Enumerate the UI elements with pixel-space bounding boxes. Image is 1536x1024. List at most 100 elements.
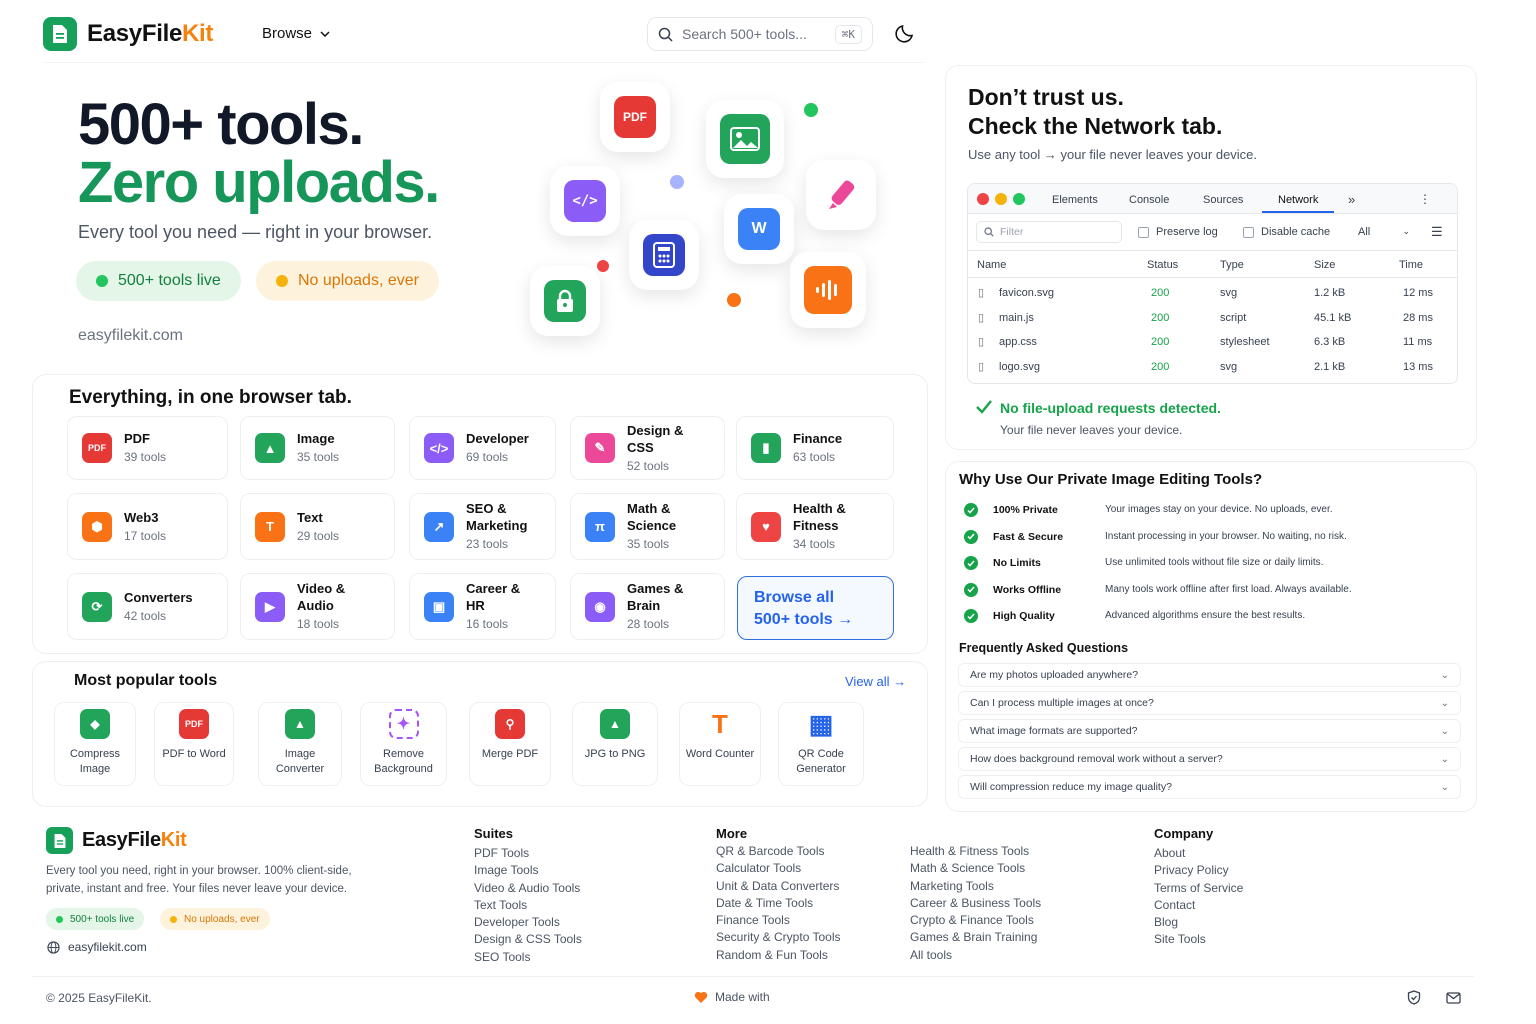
mail-icon[interactable] — [1446, 991, 1461, 1009]
popular-tool-remove-background[interactable]: ✦ Remove Background — [360, 702, 447, 786]
more-tabs-icon[interactable]: » — [1348, 192, 1355, 207]
browse-menu[interactable]: Browse — [262, 25, 330, 42]
footer-link[interactable]: Games & Brain Training — [910, 929, 1041, 946]
category-card-math-and-science[interactable]: π Math & Science 35 tools — [570, 493, 725, 560]
tab-elements[interactable]: Elements — [1052, 194, 1098, 206]
kebab-menu-icon[interactable]: ⋮ — [1419, 192, 1431, 206]
footer-link[interactable]: Video & Audio Tools — [474, 880, 582, 897]
category-card-games-and-brain[interactable]: ◉ Games & Brain 28 tools — [570, 573, 725, 640]
popular-tool-qr-code-generator[interactable]: ▦ QR Code Generator — [778, 702, 864, 786]
footer-link[interactable]: PDF Tools — [474, 845, 582, 862]
category-card-converters[interactable]: ⟳ Converters 42 tools — [67, 573, 228, 640]
category-card-health-and-fitness[interactable]: ♥ Health & Fitness 34 tools — [736, 493, 894, 560]
footer-link[interactable]: Blog — [1154, 914, 1243, 931]
cell-size: 45.1 kB — [1314, 311, 1352, 324]
popular-tool-label: Compress Image — [69, 748, 121, 775]
throttle-select[interactable]: All ⌄ — [1358, 226, 1410, 238]
category-name: Games & Brain — [627, 581, 684, 613]
popular-tool-pdf-to-word[interactable]: PDF PDF to Word — [154, 702, 234, 786]
category-name: Image — [297, 431, 335, 446]
theme-toggle-button[interactable] — [894, 22, 916, 49]
footer-link[interactable]: All tools — [910, 947, 1041, 964]
footer-link[interactable]: Security & Crypto Tools — [716, 929, 841, 946]
footer-link[interactable]: Health & Fitness Tools — [910, 843, 1041, 860]
col-status[interactable]: Status — [1147, 259, 1178, 271]
category-card-image[interactable]: ▲ Image 35 tools — [240, 416, 395, 480]
globe-icon — [47, 940, 60, 954]
footer-link[interactable]: Career & Business Tools — [910, 895, 1041, 912]
network-row[interactable]: ▯ app.css 200 stylesheet 6.3 kB 11 ms — [968, 331, 1457, 355]
footer-link[interactable]: Text Tools — [474, 897, 582, 914]
col-size[interactable]: Size — [1314, 259, 1335, 271]
col-name[interactable]: Name — [977, 259, 1006, 271]
footer-link[interactable]: Math & Science Tools — [910, 860, 1041, 877]
cell-status: 200 — [1151, 336, 1170, 348]
popular-tool-label: Image Converter — [275, 748, 325, 775]
cell-size: 6.3 kB — [1314, 336, 1346, 348]
footer-link[interactable]: Terms of Service — [1154, 880, 1243, 897]
filter-input[interactable]: Filter — [976, 221, 1122, 243]
footer-link[interactable]: Marketing Tools — [910, 878, 1041, 895]
category-card-developer[interactable]: </> Developer 69 tools — [409, 416, 556, 480]
category-card-design-and-css[interactable]: ✎ Design & CSS 52 tools — [570, 416, 725, 480]
tab-sources[interactable]: Sources — [1203, 194, 1243, 206]
footer-link[interactable]: Developer Tools — [474, 914, 582, 931]
popular-tool-jpg-to-png[interactable]: ▲ JPG to PNG — [572, 702, 658, 786]
chevron-down-icon: ⌄ — [1440, 753, 1449, 765]
browse-all-button[interactable]: Browse all 500+ tools → — [737, 576, 894, 640]
category-card-seo-and-marketing[interactable]: ↗ SEO & Marketing 23 tools — [409, 493, 556, 560]
footer-domain-link[interactable]: easyfilekit.com — [47, 940, 147, 954]
shield-icon[interactable] — [1407, 990, 1421, 1010]
footer-logo[interactable]: EasyFileKit — [46, 827, 187, 854]
search-icon — [984, 227, 994, 237]
view-all-link[interactable]: View all → — [845, 674, 906, 689]
search-box[interactable]: Search 500+ tools... ⌘K — [647, 17, 873, 51]
category-card-pdf[interactable]: PDF PDF 39 tools — [67, 416, 228, 480]
settings-menu-icon[interactable]: ☰ — [1431, 224, 1443, 240]
faq-item[interactable]: What image formats are supported? ⌄ — [958, 719, 1461, 743]
network-row[interactable]: ▯ main.js 200 script 45.1 kB 28 ms — [968, 307, 1457, 331]
network-row[interactable]: ▯ logo.svg 200 svg 2.1 kB 13 ms — [968, 356, 1457, 380]
footer-link[interactable]: Finance Tools — [716, 912, 841, 929]
footer-link[interactable]: SEO Tools — [474, 949, 582, 966]
popular-tool-word-counter[interactable]: T Word Counter — [679, 702, 761, 786]
site-logo[interactable]: EasyFileKit — [43, 17, 213, 51]
col-time[interactable]: Time — [1399, 259, 1423, 271]
footer-link[interactable]: Privacy Policy — [1154, 862, 1243, 879]
category-card-career-and-hr[interactable]: ▣ Career & HR 16 tools — [409, 573, 556, 640]
footer-link[interactable]: Image Tools — [474, 862, 582, 879]
category-card-web3[interactable]: ⬢ Web3 17 tools — [67, 493, 228, 560]
footer-link[interactable]: Date & Time Tools — [716, 895, 841, 912]
footer-link[interactable]: Unit & Data Converters — [716, 878, 841, 895]
search-input[interactable]: Search 500+ tools... — [682, 26, 807, 42]
tab-console[interactable]: Console — [1129, 194, 1169, 206]
footer-link[interactable]: About — [1154, 845, 1243, 862]
footer-link[interactable]: Contact — [1154, 897, 1243, 914]
hero-domain: easyfilekit.com — [78, 327, 183, 344]
popular-tool-merge-pdf[interactable]: ⚲ Merge PDF — [469, 702, 551, 786]
faq-item[interactable]: Are my photos uploaded anywhere? ⌄ — [958, 663, 1461, 687]
faq-item[interactable]: Can I process multiple images at once? ⌄ — [958, 691, 1461, 715]
faq-question: Are my photos uploaded anywhere? — [970, 669, 1139, 681]
network-rows: ▯ favicon.svg 200 svg 1.2 kB 12 ms ▯ main.js 200… — [968, 282, 1457, 382]
footer-link[interactable]: QR & Barcode Tools — [716, 843, 841, 860]
footer-link[interactable]: Random & Fun Tools — [716, 947, 841, 964]
category-card-text[interactable]: T Text 29 tools — [240, 493, 395, 560]
category-card-finance[interactable]: ▮ Finance 63 tools — [736, 416, 894, 480]
popular-tool-image-converter[interactable]: ▲ Image Converter — [258, 702, 342, 786]
category-name: Health & Fitness — [793, 501, 846, 533]
faq-item[interactable]: How does background removal work without… — [958, 747, 1461, 771]
footer-link[interactable]: Crypto & Finance Tools — [910, 912, 1041, 929]
popular-tool-compress-image[interactable]: ◆ Compress Image — [54, 702, 136, 786]
footer-link[interactable]: Design & CSS Tools — [474, 931, 582, 948]
disable-cache-checkbox[interactable]: Disable cache — [1243, 226, 1330, 238]
tab-network[interactable]: Network — [1278, 194, 1318, 206]
footer-link[interactable]: Calculator Tools — [716, 860, 841, 877]
preserve-log-checkbox[interactable]: Preserve log — [1138, 226, 1218, 238]
network-row[interactable]: ▯ favicon.svg 200 svg 1.2 kB 12 ms — [968, 282, 1457, 306]
col-type[interactable]: Type — [1220, 259, 1244, 271]
faq-item[interactable]: Will compression reduce my image quality… — [958, 775, 1461, 799]
check-circle-icon — [964, 582, 978, 597]
category-card-video-and-audio[interactable]: ▶ Video & Audio 18 tools — [240, 573, 395, 640]
footer-link[interactable]: Site Tools — [1154, 931, 1243, 948]
